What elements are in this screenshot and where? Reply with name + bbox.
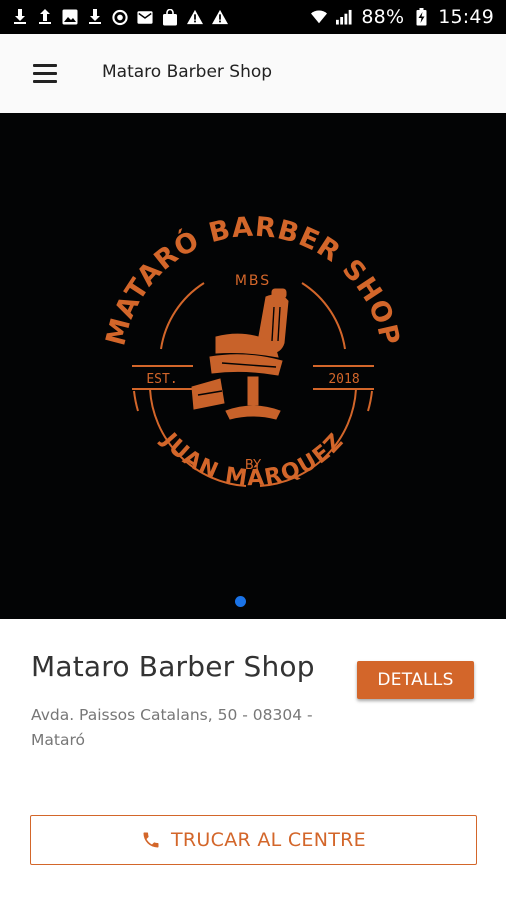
- download-icon: [12, 8, 28, 26]
- call-centre-button[interactable]: TRUCAR AL CENTRE: [30, 815, 477, 865]
- shop-address: Avda. Paissos Catalans, 50 - 08304 - Mat…: [31, 706, 313, 749]
- upload-icon: [37, 8, 53, 26]
- logo-initials: MBS: [235, 273, 271, 289]
- download-icon: [87, 8, 103, 26]
- bag-icon: [162, 8, 178, 26]
- barber-chair-icon: [191, 288, 289, 420]
- sync-icon: [112, 8, 128, 26]
- battery-percent: 88%: [361, 6, 405, 28]
- battery-charging-icon: [413, 8, 429, 26]
- system-status: 88% 15:49: [311, 6, 494, 28]
- wifi-icon: [311, 8, 328, 26]
- carousel-indicator-dot[interactable]: [235, 596, 246, 607]
- image-icon: [62, 8, 78, 26]
- warning-icon: [212, 8, 228, 26]
- app-bar: Mataro Barber Shop: [0, 34, 506, 113]
- logo-est-label: EST.: [146, 372, 177, 387]
- barber-shop-logo: MATARÓ BARBER SHOP JUAN MÁRQUEZ MBS EST.…: [100, 212, 404, 492]
- details-button[interactable]: DETALLS: [357, 661, 474, 699]
- phone-icon: [141, 830, 161, 850]
- logo-by-label: BY: [245, 458, 261, 473]
- app-bar-title: Mataro Barber Shop: [102, 62, 273, 82]
- image-carousel[interactable]: MATARÓ BARBER SHOP JUAN MÁRQUEZ MBS EST.…: [0, 113, 506, 619]
- signal-icon: [336, 8, 352, 26]
- hamburger-menu-icon[interactable]: [30, 61, 60, 85]
- clock: 15:49: [438, 6, 494, 28]
- call-centre-label: TRUCAR AL CENTRE: [171, 829, 366, 851]
- status-bar: 88% 15:49: [0, 0, 506, 34]
- warning-icon: [187, 8, 203, 26]
- logo-year: 2018: [328, 372, 359, 387]
- mail-icon: [137, 8, 153, 26]
- shop-name: Mataro Barber Shop: [31, 650, 315, 683]
- notification-icons: [12, 8, 228, 26]
